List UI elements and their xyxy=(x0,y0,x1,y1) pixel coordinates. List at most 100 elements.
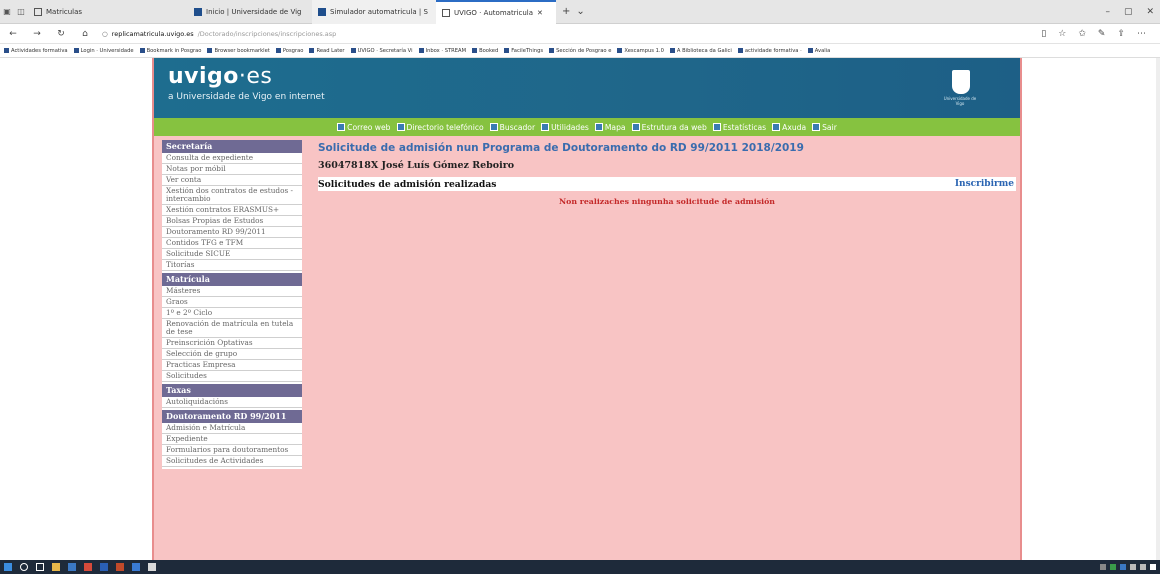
favorite-label: Posgrao xyxy=(282,47,304,54)
favorite-favicon-icon xyxy=(309,48,315,53)
browser-tab-inicio[interactable]: Inicio | Universidade de Vig xyxy=(188,0,312,24)
top-nav-label: Mapa xyxy=(604,122,626,132)
sidebar-item[interactable]: Notas por móbil xyxy=(162,164,302,175)
window-controls: – ▢ ✕ xyxy=(1105,7,1160,17)
sidebar-item[interactable]: Contidos TFG e TFM xyxy=(162,238,302,249)
browser-tab-simulador[interactable]: Simulador automatricula | S xyxy=(312,0,436,24)
refresh-icon[interactable]: ↻ xyxy=(54,29,68,39)
favorite-item[interactable]: FacileThings xyxy=(504,48,543,54)
maximize-icon[interactable]: ▢ xyxy=(1124,7,1133,17)
page-scrollbar[interactable] xyxy=(1156,58,1160,562)
favorite-star-icon[interactable]: ☆ xyxy=(1058,29,1066,39)
favorite-item[interactable]: Read Later xyxy=(309,48,345,54)
favorite-label: Inbox · STREAM xyxy=(425,47,467,54)
top-nav-item[interactable]: Utilidades xyxy=(541,123,589,132)
sidebar-item[interactable]: Xestión dos contratos de estudos - inter… xyxy=(162,186,302,205)
browser-tab-matriculas[interactable]: Matriculas xyxy=(28,0,188,24)
favorite-item[interactable]: Posgrao xyxy=(275,47,304,54)
sidebar-item[interactable]: Admisión e Matrícula xyxy=(162,423,302,434)
sidebar-item[interactable]: Ver conta xyxy=(162,175,302,186)
favorite-item[interactable]: actividade formativa · xyxy=(737,48,802,54)
favorite-item[interactable]: Xescampus 1.0 xyxy=(617,48,664,54)
notes-pen-icon[interactable]: ✎ xyxy=(1098,29,1106,39)
volume-icon[interactable] xyxy=(1140,564,1146,570)
chrome-icon[interactable] xyxy=(84,563,92,571)
notifications-icon[interactable] xyxy=(1150,564,1156,570)
favorite-item[interactable]: UVIGO · Secretaría Vi xyxy=(350,48,413,54)
tray-icon[interactable] xyxy=(1110,564,1116,570)
sidebar-item[interactable]: Solicitude SICUE xyxy=(162,249,302,260)
favorite-item[interactable]: Browser bookmarklet xyxy=(207,48,270,54)
top-nav-item[interactable]: Buscador xyxy=(489,122,536,132)
word-icon[interactable] xyxy=(100,563,108,571)
sidebar-item[interactable]: Expediente xyxy=(162,434,302,445)
favorite-item[interactable]: Bookmark in Posgrao xyxy=(139,48,201,54)
search-icon[interactable] xyxy=(20,563,28,571)
outlook-icon[interactable] xyxy=(132,563,140,571)
home-icon[interactable]: ⌂ xyxy=(78,29,92,39)
sidebar-item[interactable]: 1º e 2º Ciclo xyxy=(162,308,302,319)
sidebar-item[interactable]: Formularios para doutoramentos xyxy=(162,445,302,456)
sidebar-item[interactable]: Titorías xyxy=(162,260,302,271)
app-icon[interactable] xyxy=(148,563,156,571)
minimize-icon[interactable]: – xyxy=(1105,7,1110,17)
favorite-item[interactable]: Login · Universidade xyxy=(73,48,134,54)
top-nav-label: Sair xyxy=(822,122,837,132)
sidebar-group-title: Doutoramento RD 99/2011 xyxy=(162,410,302,423)
tabs-aside-icon[interactable]: ◫ xyxy=(14,7,28,16)
top-nav-item[interactable]: Axuda xyxy=(772,123,806,132)
top-nav-item[interactable]: Estrutura da web xyxy=(631,123,707,132)
sidebar-item[interactable]: Practicas Empresa xyxy=(162,360,302,371)
reading-view-icon[interactable]: ▯ xyxy=(1041,29,1046,39)
sidebar-item[interactable]: Graos xyxy=(162,297,302,308)
sidebar-item[interactable]: Xestión contratos ERASMUS+ xyxy=(162,205,302,216)
favorite-item[interactable]: Sección de Posgrao e xyxy=(549,48,611,54)
sidebar-item[interactable]: Solicitudes de Actividades xyxy=(162,456,302,467)
url-field[interactable]: ○ replicamatricula.uvigo.es/Doctorado/in… xyxy=(102,26,1031,42)
top-nav-item[interactable]: Correo web xyxy=(337,123,391,132)
back-arrow-icon[interactable]: ← xyxy=(6,29,20,39)
top-nav-label: Buscador xyxy=(499,122,536,132)
forward-arrow-icon[interactable]: → xyxy=(30,29,44,39)
top-nav-item[interactable]: Sair xyxy=(812,123,837,132)
share-icon[interactable]: ⇪ xyxy=(1117,29,1125,39)
sidebar-item[interactable]: Doutoramento RD 99/2011 xyxy=(162,227,302,238)
sidebar-item[interactable]: Renovación de matrícula en tutela de tes… xyxy=(162,319,302,338)
favorite-item[interactable]: Avalia xyxy=(807,48,830,54)
network-icon[interactable] xyxy=(1130,564,1136,570)
task-view-icon[interactable] xyxy=(36,563,44,571)
top-nav-item[interactable]: Mapa xyxy=(594,122,626,132)
top-nav-item[interactable]: Estatísticas xyxy=(712,122,767,132)
tray-icon[interactable] xyxy=(1100,564,1106,570)
sidebar-item[interactable]: Solicitudes xyxy=(162,371,302,382)
inscribirme-link[interactable]: Inscribirme xyxy=(955,179,1014,189)
edge-icon[interactable] xyxy=(68,563,76,571)
tray-icon[interactable] xyxy=(1120,564,1126,570)
sidebar-item[interactable]: Preinscrición Optativas xyxy=(162,338,302,349)
start-icon[interactable] xyxy=(4,563,12,571)
sidebar-item[interactable]: Autoliquidacións xyxy=(162,397,302,408)
favorites-hub-icon[interactable]: ✩ xyxy=(1078,29,1086,39)
powerpoint-icon[interactable] xyxy=(116,563,124,571)
more-icon[interactable]: ⋯ xyxy=(1137,29,1146,39)
sidebar-item[interactable]: Consulta de expediente xyxy=(162,153,302,164)
page-info-icon[interactable]: ○ xyxy=(102,30,108,38)
favorite-item[interactable]: Actividades formativa xyxy=(4,48,68,54)
top-nav-item[interactable]: Directorio telefónico xyxy=(396,123,484,132)
favorite-item[interactable]: A Biblioteca da Galici xyxy=(669,48,732,54)
uvigo-logo[interactable]: uvigo·es xyxy=(168,64,272,89)
sidebar-item[interactable]: Másteres xyxy=(162,286,302,297)
close-tab-icon[interactable]: ✕ xyxy=(537,9,543,17)
browser-tab-automatricula[interactable]: UVIGO · Automatricula ✕ xyxy=(436,0,556,24)
favorite-item[interactable]: Inbox · STREAM xyxy=(418,47,467,54)
nav-item-icon xyxy=(541,123,550,131)
file-explorer-icon[interactable] xyxy=(52,563,60,571)
tab-actions-icon[interactable]: ▣ xyxy=(0,7,14,16)
favorite-item[interactable]: Booked xyxy=(472,48,498,54)
sidebar-item[interactable]: Selección de grupo xyxy=(162,349,302,360)
tab-list-chevron-icon[interactable]: ⌄ xyxy=(576,6,584,17)
top-nav-label: Estatísticas xyxy=(722,122,767,132)
close-window-icon[interactable]: ✕ xyxy=(1146,7,1154,17)
new-tab-button[interactable]: + xyxy=(562,6,570,17)
sidebar-item[interactable]: Bolsas Propias de Estudos xyxy=(162,216,302,227)
